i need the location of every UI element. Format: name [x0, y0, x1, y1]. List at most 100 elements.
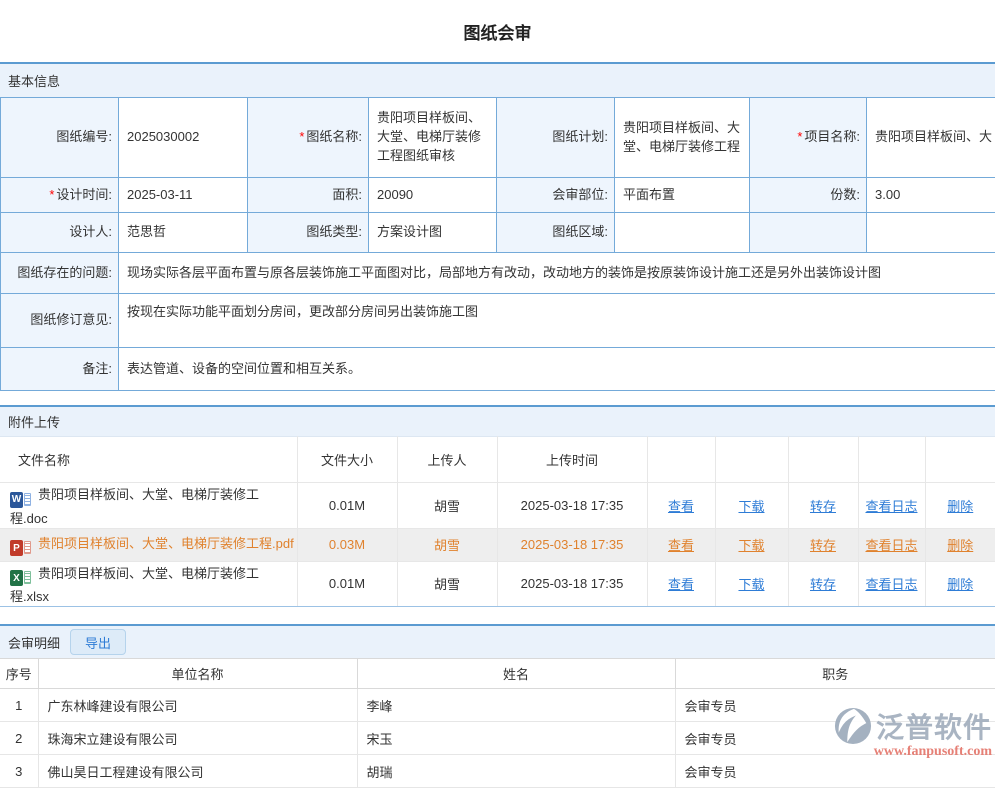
- pdf-file-icon: P: [10, 540, 31, 556]
- file-name: 贵阳项目样板间、大堂、电梯厅装修工程.doc: [10, 487, 259, 526]
- field-label-project-name: *项目名称:: [750, 98, 867, 178]
- field-value-remark: 表达管道、设备的空间位置和相互关系。: [119, 348, 995, 391]
- basic-info-table: 图纸编号: 2025030002 *图纸名称: 贵阳项目样板间、大堂、电梯厅装修…: [0, 97, 995, 391]
- export-button[interactable]: 导出: [70, 629, 126, 655]
- column-header-empty: [858, 437, 925, 483]
- section-title: 基本信息: [8, 71, 60, 90]
- table-row: 图纸存在的问题: 现场实际各层平面布置与原各层装饰施工平面图对比，局部地方有改动…: [1, 253, 995, 294]
- field-label-revision-opinion: 图纸修订意见:: [1, 294, 119, 348]
- table-row: 图纸修订意见: 按现在实际功能平面划分房间，更改部分房间另出装饰施工图: [1, 294, 995, 348]
- file-name: 贵阳项目样板间、大堂、电梯厅装修工程.xlsx: [10, 566, 259, 605]
- field-value-review-part: 平面布置: [615, 178, 750, 213]
- view-link[interactable]: 查看: [668, 538, 694, 553]
- role: 会审专员: [675, 755, 995, 788]
- file-row-highlighted: P 贵阳项目样板间、大堂、电梯厅装修工程.pdf 0.03M 胡雪 2025-03…: [0, 528, 995, 561]
- section-header-attachments: 附件上传: [0, 405, 995, 436]
- field-label-area: 面积:: [248, 178, 369, 213]
- file-size: 0.01M: [297, 483, 397, 529]
- seq-no: 3: [0, 755, 38, 788]
- section-title: 会审明细: [8, 633, 60, 652]
- column-header-person: 姓名: [357, 659, 675, 689]
- table-row: 图纸编号: 2025030002 *图纸名称: 贵阳项目样板间、大堂、电梯厅装修…: [1, 98, 995, 178]
- transfer-link[interactable]: 转存: [810, 538, 836, 553]
- file-name: 贵阳项目样板间、大堂、电梯厅装修工程.pdf: [38, 536, 294, 551]
- field-value-copies: 3.00: [867, 178, 995, 213]
- field-label-copies: 份数:: [750, 178, 867, 213]
- company-name: 佛山昊日工程建设有限公司: [38, 755, 357, 788]
- field-value-area: 20090: [369, 178, 497, 213]
- field-value-drawing-problems: 现场实际各层平面布置与原各层装饰施工平面图对比，局部地方有改动，改动地方的装饰是…: [119, 253, 995, 294]
- view-log-link[interactable]: 查看日志: [865, 499, 917, 514]
- field-value-designer: 范思哲: [119, 213, 248, 253]
- file-uploader: 胡雪: [397, 528, 497, 561]
- review-row: 3 佛山昊日工程建设有限公司 胡瑞 会审专员: [0, 755, 995, 788]
- section-title: 附件上传: [8, 412, 60, 431]
- field-value-drawing-type: 方案设计图: [369, 213, 497, 253]
- column-header-empty: [715, 437, 788, 483]
- field-label-drawing-region: 图纸区域:: [497, 213, 615, 253]
- field-label-drawing-type: 图纸类型:: [248, 213, 369, 253]
- transfer-link[interactable]: 转存: [810, 499, 836, 514]
- view-link[interactable]: 查看: [668, 499, 694, 514]
- table-row: *设计时间: 2025-03-11 面积: 20090 会审部位: 平面布置 份…: [1, 178, 995, 213]
- company-name: 广东林峰建设有限公司: [38, 689, 357, 722]
- file-size: 0.03M: [297, 528, 397, 561]
- field-value-drawing-region: [615, 213, 750, 253]
- required-mark: *: [49, 187, 54, 202]
- column-header-role: 职务: [675, 659, 995, 689]
- field-label-drawing-problems: 图纸存在的问题:: [1, 253, 119, 294]
- table-header-row: 文件名称 文件大小 上传人 上传时间: [0, 437, 995, 483]
- field-value-empty: [867, 213, 995, 253]
- review-row: 1 广东林峰建设有限公司 李峰 会审专员: [0, 689, 995, 722]
- file-size: 0.01M: [297, 561, 397, 607]
- file-uploader: 胡雪: [397, 561, 497, 607]
- field-label-design-time: *设计时间:: [1, 178, 119, 213]
- person-name: 胡瑞: [357, 755, 675, 788]
- delete-link[interactable]: 删除: [947, 538, 973, 553]
- column-header-file-size: 文件大小: [297, 437, 397, 483]
- delete-link[interactable]: 删除: [947, 499, 973, 514]
- download-link[interactable]: 下载: [738, 538, 764, 553]
- column-header-uploader: 上传人: [397, 437, 497, 483]
- table-row: 设计人: 范思哲 图纸类型: 方案设计图 图纸区域:: [1, 213, 995, 253]
- column-header-file-name: 文件名称: [0, 437, 297, 483]
- file-row: W贵阳项目样板间、大堂、电梯厅装修工程.doc 0.01M 胡雪 2025-03…: [0, 483, 995, 529]
- seq-no: 1: [0, 689, 38, 722]
- field-label-drawing-name: *图纸名称:: [248, 98, 369, 178]
- file-row: X贵阳项目样板间、大堂、电梯厅装修工程.xlsx 0.01M 胡雪 2025-0…: [0, 561, 995, 607]
- file-uploader: 胡雪: [397, 483, 497, 529]
- field-value-project-name: 贵阳项目样板间、大: [867, 98, 995, 178]
- required-mark: *: [797, 129, 802, 144]
- file-upload-time: 2025-03-18 17:35: [497, 483, 647, 529]
- attachments-table: 文件名称 文件大小 上传人 上传时间 W贵阳项目样板间、大堂、电梯厅装修工程.d…: [0, 436, 995, 607]
- table-header-row: 序号 单位名称 姓名 职务: [0, 659, 995, 689]
- field-label-remark: 备注:: [1, 348, 119, 391]
- seq-no: 2: [0, 722, 38, 755]
- excel-file-icon: X: [10, 570, 31, 586]
- field-label-empty: [750, 213, 867, 253]
- section-header-review-detail: 会审明细 导出: [0, 624, 995, 658]
- download-link[interactable]: 下载: [738, 577, 764, 592]
- review-detail-table: 序号 单位名称 姓名 职务 1 广东林峰建设有限公司 李峰 会审专员 2 珠海宋…: [0, 658, 995, 788]
- column-header-upload-time: 上传时间: [497, 437, 647, 483]
- download-link[interactable]: 下载: [738, 499, 764, 514]
- file-upload-time: 2025-03-18 17:35: [497, 528, 647, 561]
- column-header-empty: [925, 437, 995, 483]
- field-value-drawing-no: 2025030002: [119, 98, 248, 178]
- field-label-designer: 设计人:: [1, 213, 119, 253]
- company-name: 珠海宋立建设有限公司: [38, 722, 357, 755]
- table-row: 备注: 表达管道、设备的空间位置和相互关系。: [1, 348, 995, 391]
- view-log-link[interactable]: 查看日志: [865, 577, 917, 592]
- person-name: 宋玉: [357, 722, 675, 755]
- view-log-link[interactable]: 查看日志: [865, 538, 917, 553]
- page-title: 图纸会审: [0, 0, 995, 62]
- role: 会审专员: [675, 722, 995, 755]
- column-header-empty: [647, 437, 715, 483]
- transfer-link[interactable]: 转存: [810, 577, 836, 592]
- delete-link[interactable]: 删除: [947, 577, 973, 592]
- role: 会审专员: [675, 689, 995, 722]
- field-value-revision-opinion: 按现在实际功能平面划分房间，更改部分房间另出装饰施工图: [119, 294, 995, 348]
- field-label-drawing-plan: 图纸计划:: [497, 98, 615, 178]
- column-header-seq: 序号: [0, 659, 38, 689]
- view-link[interactable]: 查看: [668, 577, 694, 592]
